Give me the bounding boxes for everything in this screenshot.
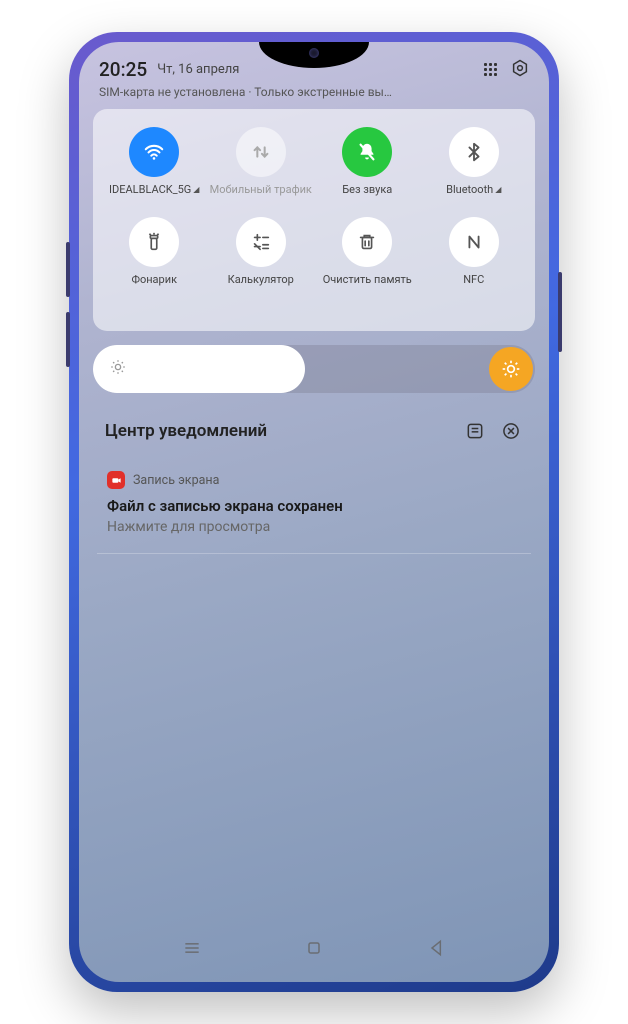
qs-label: Без звука — [342, 183, 392, 211]
mobile-data-icon — [236, 127, 286, 177]
flashlight-icon — [129, 217, 179, 267]
status-date: Чт, 16 апреля — [157, 62, 239, 77]
nfc-icon — [449, 217, 499, 267]
qs-row-2: Фонарик Калькулятор — [101, 217, 527, 301]
clock: 20:25 — [99, 58, 147, 81]
grid-icon[interactable] — [484, 63, 497, 76]
clear-all-icon[interactable] — [499, 419, 523, 443]
qs-label: Фонарик — [131, 273, 177, 301]
notification-center-title: Центр уведомлений — [105, 421, 451, 441]
bell-mute-icon — [342, 127, 392, 177]
navigation-bar — [79, 932, 549, 968]
notification-title: Файл с записью экрана сохранен — [107, 497, 521, 515]
calculator-icon — [236, 217, 286, 267]
trash-icon — [342, 217, 392, 267]
auto-brightness-toggle[interactable] — [489, 347, 533, 391]
sim-status: SIM-карта не установлена · Только экстре… — [79, 85, 549, 109]
power-button[interactable] — [558, 272, 562, 352]
qs-label: Bluetooth◢ — [446, 183, 501, 211]
notification-card[interactable]: Запись экрана Файл с записью экрана сохр… — [97, 457, 531, 554]
qs-tile-flashlight[interactable]: Фонарик — [101, 217, 208, 301]
qs-label: Мобильный трафик — [210, 183, 312, 211]
qs-row-1: IDEALBLACK_5G◢ Мобильный трафик — [101, 127, 527, 211]
settings-icon[interactable] — [511, 59, 529, 81]
qs-tile-clear-memory[interactable]: Очистить память — [314, 217, 421, 301]
notification-subtitle: Нажмите для просмотра — [107, 519, 521, 535]
notification-app-row: Запись экрана — [107, 471, 521, 489]
nav-recents-icon[interactable] — [182, 938, 202, 962]
qs-tile-mobile-data[interactable]: Мобильный трафик — [208, 127, 315, 211]
qs-tile-mute[interactable]: Без звука — [314, 127, 421, 211]
qs-tile-nfc[interactable]: NFC — [421, 217, 528, 301]
manage-notifications-icon[interactable] — [463, 419, 487, 443]
nav-back-icon[interactable] — [427, 938, 447, 962]
wifi-icon — [129, 127, 179, 177]
brightness-slider[interactable] — [93, 345, 535, 393]
qs-label: Калькулятор — [228, 273, 294, 301]
bluetooth-icon — [449, 127, 499, 177]
brightness-low-icon — [109, 358, 127, 381]
brightness-fill — [93, 345, 305, 393]
screen-record-app-icon — [107, 471, 125, 489]
qs-tile-wifi[interactable]: IDEALBLACK_5G◢ — [101, 127, 208, 211]
volume-up-button[interactable] — [66, 242, 70, 297]
volume-down-button[interactable] — [66, 312, 70, 367]
notification-header: Центр уведомлений — [79, 393, 549, 457]
phone-frame: 20:25 Чт, 16 апреля SIM-карта не установ… — [69, 32, 559, 992]
screen: 20:25 Чт, 16 апреля SIM-карта не установ… — [79, 42, 549, 982]
nav-home-icon[interactable] — [304, 938, 324, 962]
qs-label: IDEALBLACK_5G◢ — [109, 183, 199, 211]
qs-tile-bluetooth[interactable]: Bluetooth◢ — [421, 127, 528, 211]
qs-label: NFC — [463, 273, 484, 301]
quick-settings-panel: IDEALBLACK_5G◢ Мобильный трафик — [93, 109, 535, 331]
qs-tile-calculator[interactable]: Калькулятор — [208, 217, 315, 301]
notification-app-name: Запись экрана — [133, 473, 219, 488]
qs-label: Очистить память — [323, 273, 412, 301]
